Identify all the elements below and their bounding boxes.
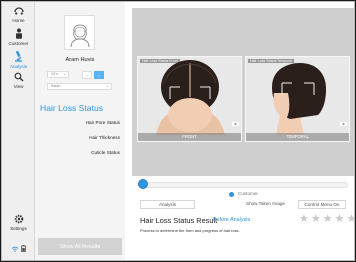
- menu-hair-loss-status[interactable]: Hair Loss Status: [40, 103, 103, 113]
- customer-radio-label: Customer: [238, 191, 258, 196]
- age-select-value: 20's: [51, 72, 58, 76]
- nav-analysis[interactable]: Analysis: [2, 50, 35, 69]
- image-slider-track[interactable]: [141, 182, 348, 188]
- menu-hair-pore-status[interactable]: Hair Pore Status: [42, 120, 120, 125]
- gender-female-button[interactable]: ♀: [94, 71, 104, 79]
- front-caption: FRONT: [138, 133, 241, 141]
- magnifier-icon: [14, 72, 23, 82]
- result-title: Hair Loss Status Result: [140, 216, 218, 225]
- camera-icon[interactable]: [340, 113, 347, 131]
- avatar: [64, 15, 95, 50]
- nav-customer-label: Customer: [8, 41, 29, 46]
- result-description: Process to determine the form and progre…: [140, 228, 240, 233]
- star-icon: ★: [310, 213, 321, 225]
- nav-settings[interactable]: Settings: [2, 214, 35, 231]
- control-menu-button[interactable]: Control Menu On: [298, 200, 346, 209]
- icon-rail: Home Customer Analysis View Settings: [2, 2, 35, 260]
- customer-radio[interactable]: [229, 192, 234, 197]
- app-window: Home Customer Analysis View Settings Ara…: [1, 1, 355, 261]
- region-select-value: Asian: [51, 84, 61, 88]
- temporal-view-panel[interactable]: Hair Loss Status Temporal TEMPORAL: [245, 56, 350, 142]
- chevron-down-icon: ⌄: [62, 72, 66, 76]
- analysis-button[interactable]: Analysis: [140, 200, 195, 209]
- nav-home[interactable]: Home: [2, 7, 35, 23]
- avatar-silhouette-icon: [70, 24, 89, 47]
- temporal-caption: TEMPORAL: [246, 133, 349, 141]
- microscope-icon: [15, 50, 22, 62]
- temporal-head-illustration: [272, 63, 326, 135]
- chevron-down-icon: ⌄: [105, 84, 109, 88]
- nav-view[interactable]: View: [2, 72, 35, 89]
- nav-home-label: Home: [12, 18, 25, 23]
- image-slider-handle[interactable]: [138, 179, 148, 189]
- person-icon: [15, 28, 22, 39]
- status-icons: [2, 245, 35, 253]
- rating-stars: ★★★★★: [299, 213, 355, 225]
- age-select[interactable]: 20's ⌄: [47, 71, 69, 78]
- region-select[interactable]: Asian ⌄: [47, 83, 112, 90]
- star-icon: ★: [299, 213, 309, 225]
- male-icon: ♂: [85, 72, 89, 78]
- female-icon: ♀: [97, 72, 101, 78]
- nav-view-label: View: [13, 84, 24, 89]
- show-all-results-button[interactable]: Show All Results: [38, 238, 122, 255]
- star-icon: ★: [334, 213, 345, 225]
- menu-hair-thickness[interactable]: Hair Thickness: [42, 135, 120, 140]
- front-view-panel[interactable]: Hair Loss Status Front FRONT: [137, 56, 242, 142]
- battery-icon: [20, 245, 26, 252]
- camera-icon[interactable]: [232, 113, 239, 131]
- customer-name: Aram Huvis: [65, 57, 95, 63]
- gender-male-button[interactable]: ♂: [82, 71, 92, 79]
- gear-icon: [14, 214, 23, 224]
- before-analysis-link[interactable]: Before Analysis: [213, 217, 250, 223]
- wifi-icon: [12, 246, 19, 252]
- star-icon: ★: [322, 213, 333, 225]
- nav-settings-label: Settings: [10, 226, 27, 231]
- star-icon: ★: [347, 214, 355, 225]
- customer-panel: Aram Huvis 20's ⌄ ♂ ♀ Asian ⌄: [35, 2, 125, 260]
- nav-customer[interactable]: Customer: [2, 28, 35, 46]
- menu-cuticle-status[interactable]: Cuticle Status: [42, 150, 120, 155]
- show-taken-image-toggle[interactable]: Show Taken Image: [246, 201, 285, 206]
- front-head-illustration: [156, 60, 225, 135]
- home-icon: [13, 7, 24, 15]
- nav-analysis-label: Analysis: [9, 64, 28, 69]
- image-stage: Hair Loss Status Front FRONT Hair Loss S…: [132, 8, 354, 176]
